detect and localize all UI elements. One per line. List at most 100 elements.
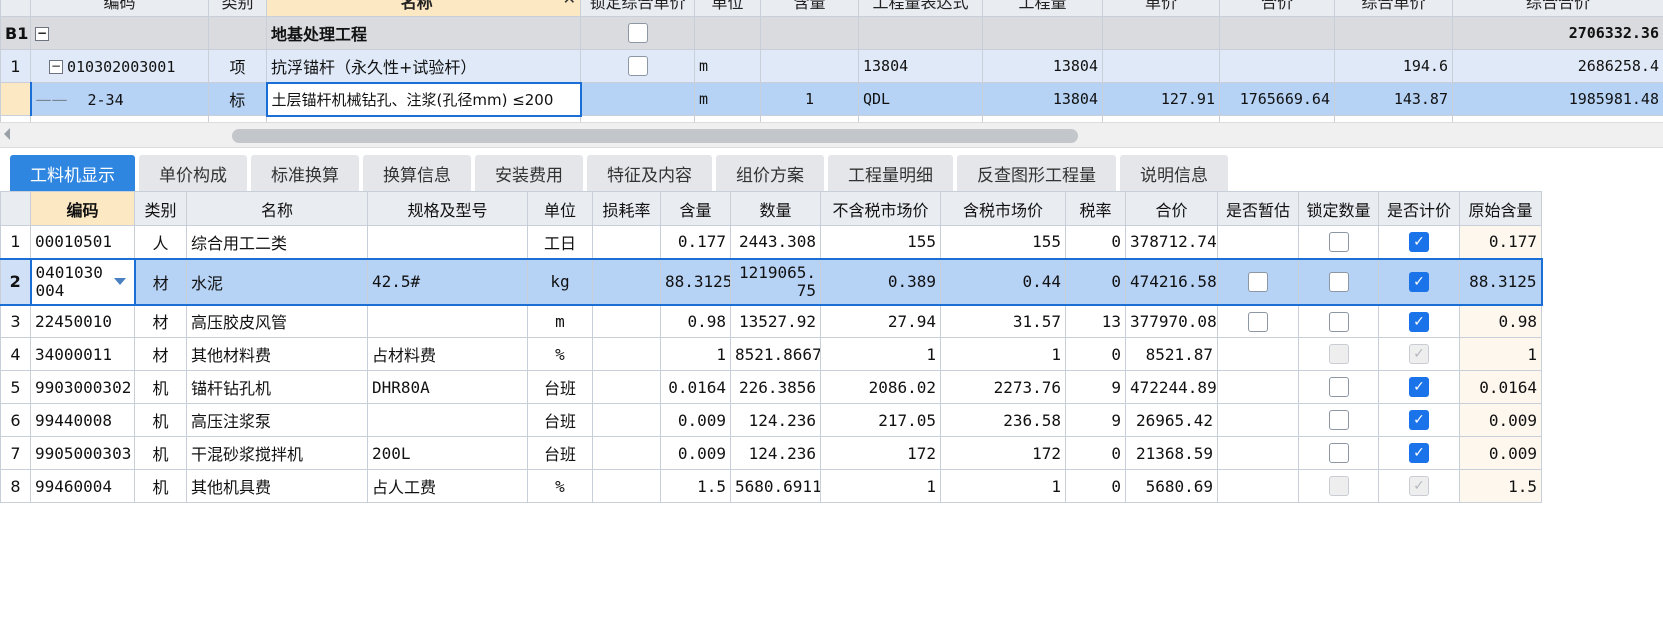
material-row[interactable]: 4 34000011 材 其他材料费 占材料费 % 1 8521.8667 1 … <box>0 337 1542 371</box>
content-cell[interactable]: 1 <box>760 82 859 116</box>
name-cell[interactable]: 高压注浆泵 <box>186 403 368 437</box>
spec-cell[interactable]: DHR80A <box>367 370 528 404</box>
loss-cell[interactable] <box>592 225 661 259</box>
price-in-cell[interactable]: 155 <box>940 225 1066 259</box>
tax-cell[interactable]: 0 <box>1065 436 1126 470</box>
tab-standard-conversion[interactable]: 标准换算 <box>251 155 359 191</box>
collapse-icon[interactable]: − <box>49 60 63 74</box>
price-in-cell[interactable]: 236.58 <box>940 403 1066 437</box>
name-cell[interactable]: 土层锚杆机械钻孔、注浆(孔径mm) ≤200 <box>265 81 582 117</box>
lock-qty-cell[interactable] <box>1298 304 1379 338</box>
tax-cell[interactable]: 0 <box>1065 337 1126 371</box>
lock-qty-cell[interactable] <box>1298 403 1379 437</box>
code-cell[interactable]: 34000011 <box>30 337 135 371</box>
top-header-expr[interactable]: 工程量表达式 <box>858 0 983 17</box>
name-cell[interactable]: 综合用工二类 <box>186 225 368 259</box>
tab-graphic-quantity[interactable]: 反查图形工程量 <box>957 155 1116 191</box>
name-cell[interactable]: 锚杆钻孔机 <box>186 370 368 404</box>
priced-checkbox-checked[interactable]: ✓ <box>1409 410 1429 431</box>
lock-qty-checkbox[interactable] <box>1328 410 1349 431</box>
priced-cell[interactable]: ✓ <box>1378 225 1460 259</box>
lock-qty-checkbox[interactable] <box>1328 443 1349 464</box>
name-cell[interactable]: 地基处理工程 <box>266 16 581 50</box>
tax-cell[interactable]: 9 <box>1065 403 1126 437</box>
name-cell[interactable]: 水泥 <box>186 257 368 306</box>
top-header-unit[interactable]: 单位 <box>694 0 761 17</box>
tab-materials[interactable]: 工料机显示 <box>10 155 135 191</box>
name-cell[interactable]: 干混砂浆搅拌机 <box>186 436 368 470</box>
content-cell[interactable]: 0.177 <box>660 225 731 259</box>
price-ex-cell[interactable]: 155 <box>820 225 941 259</box>
top-header-type[interactable]: 类别 <box>208 0 267 17</box>
code-cell[interactable]: 9903000302 <box>30 370 135 404</box>
tax-cell[interactable]: 0 <box>1065 257 1126 306</box>
spec-cell[interactable] <box>367 225 528 259</box>
header-tax[interactable]: 税率 <box>1065 191 1126 226</box>
header-type[interactable]: 类别 <box>134 191 187 226</box>
priced-cell[interactable]: ✓ <box>1378 304 1460 338</box>
tab-conversion-info[interactable]: 换算信息 <box>363 155 471 191</box>
header-priced[interactable]: 是否计价 <box>1378 191 1460 226</box>
provisional-cell[interactable] <box>1217 304 1299 338</box>
tax-cell[interactable]: 0 <box>1065 225 1126 259</box>
price-ex-cell[interactable]: 2086.02 <box>820 370 941 404</box>
spec-cell[interactable]: 占材料费 <box>367 337 528 371</box>
header-loss[interactable]: 损耗率 <box>592 191 661 226</box>
priced-checkbox-checked[interactable]: ✓ <box>1409 311 1429 332</box>
spec-cell[interactable] <box>367 403 528 437</box>
header-name[interactable]: 名称 <box>186 191 368 226</box>
expr-cell[interactable]: 13804 <box>858 49 983 83</box>
qty-cell[interactable]: 1219065.75 <box>730 257 821 306</box>
code-cell[interactable]: − <box>30 16 209 50</box>
code-cell[interactable]: 00010501 <box>30 225 135 259</box>
qty-cell[interactable]: 124.236 <box>730 403 821 437</box>
header-content[interactable]: 含量 <box>660 191 731 226</box>
spec-cell[interactable]: 200L <box>367 436 528 470</box>
code-cell[interactable]: 22450010 <box>30 304 135 338</box>
name-cell[interactable]: 抗浮锚杆（永久性+试验杆） <box>266 49 581 83</box>
collapse-icon[interactable]: − <box>35 27 49 41</box>
dropdown-arrow-icon[interactable] <box>113 277 126 285</box>
material-row[interactable]: 7 9905000303 机 干混砂浆搅拌机 200L 台班 0.009 124… <box>0 436 1542 470</box>
quota-row-selected[interactable]: —— 2-34 标 土层锚杆机械钻孔、注浆(孔径mm) ≤200 m 1 QDL … <box>0 81 1663 117</box>
loss-cell[interactable] <box>592 403 661 437</box>
priced-cell[interactable]: ✓ <box>1378 403 1460 437</box>
tab-unit-price-composition[interactable]: 单价构成 <box>139 155 247 191</box>
tax-cell[interactable]: 13 <box>1065 304 1126 338</box>
header-price-in[interactable]: 含税市场价 <box>940 191 1066 226</box>
qty-cell[interactable]: 124.236 <box>730 436 821 470</box>
code-cell[interactable]: —— 2-34 <box>29 82 209 116</box>
expr-cell[interactable]: QDL <box>858 82 983 116</box>
code-cell[interactable]: 9905000303 <box>30 436 135 470</box>
lock-price-checkbox[interactable] <box>627 23 648 44</box>
top-header-content[interactable]: 含量 <box>760 0 859 17</box>
tab-quantity-details[interactable]: 工程量明细 <box>828 155 953 191</box>
lock-qty-cell[interactable] <box>1298 225 1379 259</box>
header-orig-content[interactable]: 原始含量 <box>1459 191 1542 226</box>
price-in-cell[interactable]: 1 <box>940 337 1066 371</box>
header-lock-qty[interactable]: 锁定数量 <box>1298 191 1379 226</box>
material-row[interactable]: 1 00010501 人 综合用工二类 工日 0.177 2443.308 15… <box>0 225 1542 259</box>
price-ex-cell[interactable]: 0.389 <box>820 257 941 306</box>
material-row[interactable]: 5 9903000302 机 锚杆钻孔机 DHR80A 台班 0.0164 22… <box>0 370 1542 404</box>
provisional-cell[interactable] <box>1217 257 1299 306</box>
lock-qty-checkbox[interactable] <box>1328 311 1349 332</box>
top-header-lock-price[interactable]: 锁定综合单价 <box>580 0 695 17</box>
lock-qty-checkbox[interactable] <box>1328 271 1349 292</box>
price-in-cell[interactable]: 0.44 <box>940 257 1066 306</box>
priced-checkbox-checked[interactable]: ✓ <box>1409 271 1429 292</box>
lock-qty-cell[interactable] <box>1298 436 1379 470</box>
tax-cell[interactable]: 9 <box>1065 370 1126 404</box>
qty-cell[interactable]: 226.3856 <box>730 370 821 404</box>
section-row[interactable]: B1 − 地基处理工程 2706332.36 <box>0 16 1663 50</box>
spec-cell[interactable] <box>367 304 528 338</box>
price-ex-cell[interactable]: 172 <box>820 436 941 470</box>
content-cell[interactable]: 0.009 <box>660 436 731 470</box>
price-in-cell[interactable]: 2273.76 <box>940 370 1066 404</box>
content-cell[interactable]: 0.009 <box>660 403 731 437</box>
loss-cell[interactable] <box>592 436 661 470</box>
name-cell[interactable]: 其他机具费 <box>186 469 368 503</box>
top-header-price[interactable]: 单价 <box>1102 0 1220 17</box>
lock-qty-checkbox[interactable] <box>1328 377 1349 398</box>
qty-cell[interactable]: 8521.8667 <box>730 337 821 371</box>
